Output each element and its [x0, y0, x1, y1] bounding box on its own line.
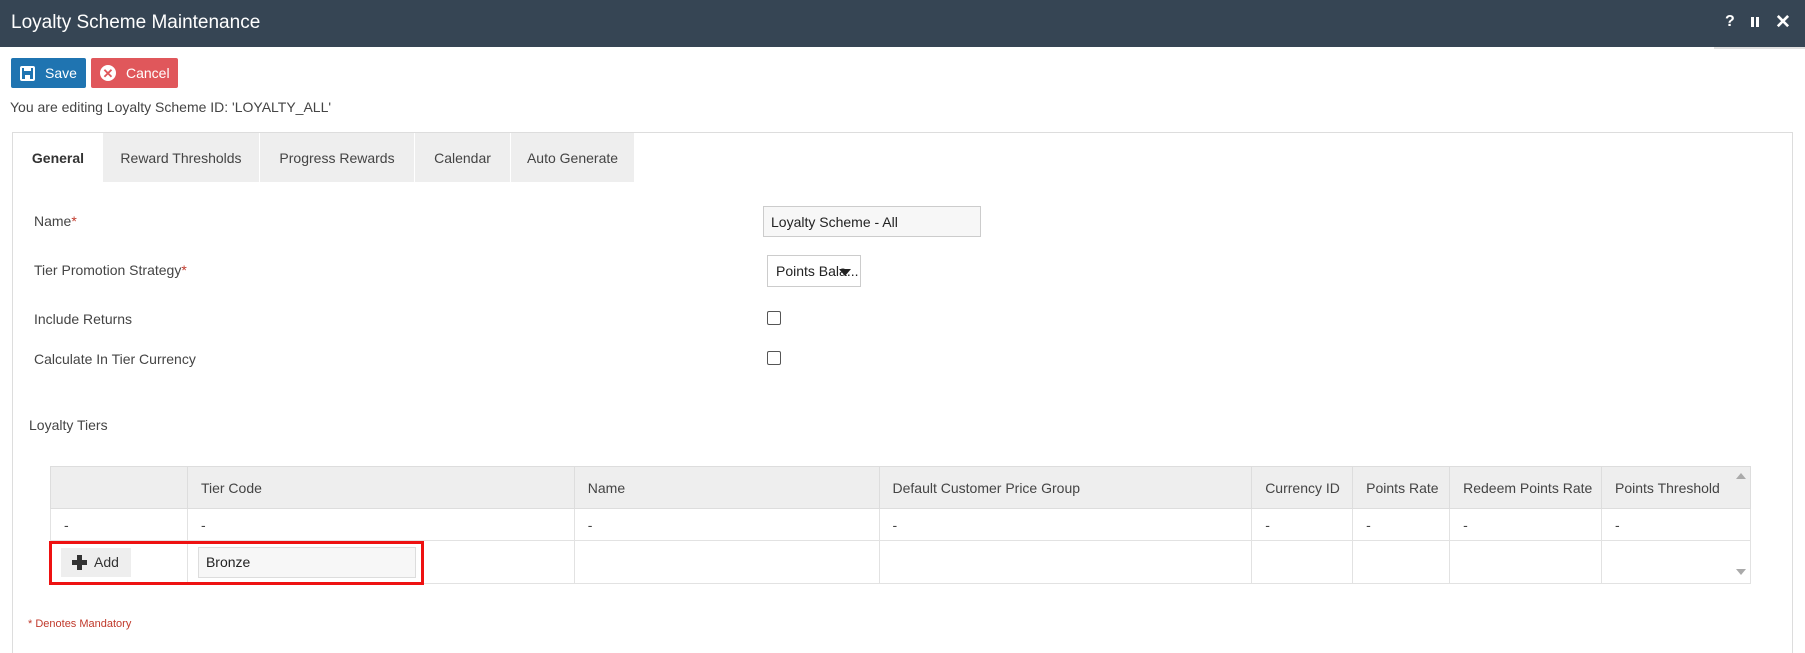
editing-status-text: You are editing Loyalty Scheme ID: 'LOYA… [10, 99, 332, 115]
column-header-price-group[interactable]: Default Customer Price Group [878, 466, 1253, 509]
column-header-tier-code[interactable]: Tier Code [186, 466, 575, 509]
scroll-down-arrow-icon[interactable] [1736, 569, 1746, 575]
column-header-points-threshold[interactable]: Points Threshold [1601, 466, 1751, 509]
tab-auto-generate[interactable]: Auto Generate [511, 133, 635, 182]
table-cell: - [878, 508, 1253, 541]
tab-general[interactable]: General [14, 133, 103, 182]
table-cell: - [50, 508, 188, 541]
add-tier-button-label: Add [94, 554, 119, 570]
floppy-disk-icon [20, 65, 35, 81]
pause-icon[interactable] [1749, 15, 1761, 29]
tab-progress-rewards[interactable]: Progress Rewards [260, 133, 415, 182]
name-label-text: Name [34, 213, 72, 229]
calc-currency-checkbox[interactable] [767, 351, 781, 365]
table-row[interactable]: - - - - - - - - [50, 508, 1751, 541]
tier-strategy-label-text: Tier Promotion Strategy [34, 262, 182, 278]
tier-strategy-label: Tier Promotion Strategy* [34, 262, 187, 278]
loyalty-tiers-heading: Loyalty Tiers [29, 417, 108, 433]
tab-calendar[interactable]: Calendar [415, 133, 511, 182]
table-cell: - [1449, 508, 1603, 541]
table-cell: - [1251, 508, 1354, 541]
tier-strategy-select[interactable]: Points Bala... [767, 255, 861, 287]
column-header-points-rate[interactable]: Points Rate [1352, 466, 1451, 509]
table-cell: - [1352, 508, 1451, 541]
tab-bar: General Reward Thresholds Progress Rewar… [14, 133, 635, 182]
table-header-row: Tier Code Name Default Customer Price Gr… [50, 466, 1751, 509]
new-points-rate-cell[interactable] [1352, 540, 1451, 584]
column-header-name[interactable]: Name [573, 466, 880, 509]
table-cell: - [573, 508, 880, 541]
help-icon[interactable]: ? [1725, 13, 1735, 31]
table-cell: - [1601, 508, 1751, 541]
new-price-group-cell[interactable] [878, 540, 1253, 584]
new-name-cell[interactable] [573, 540, 880, 584]
add-cell: Add [50, 540, 188, 584]
window-title: Loyalty Scheme Maintenance [11, 12, 261, 33]
tier-code-input[interactable] [197, 546, 416, 578]
add-tier-button[interactable]: Add [61, 547, 131, 577]
column-header-currency-id[interactable]: Currency ID [1251, 466, 1354, 509]
cancel-circle-icon: ✕ [100, 65, 116, 81]
close-icon[interactable]: ✕ [1775, 11, 1791, 34]
new-redeem-points-rate-cell[interactable] [1449, 540, 1603, 584]
name-label: Name* [34, 213, 77, 229]
new-points-threshold-cell[interactable] [1601, 540, 1751, 584]
required-marker: * [71, 213, 77, 229]
tab-reward-thresholds[interactable]: Reward Thresholds [103, 133, 260, 182]
cancel-button-label: Cancel [126, 65, 170, 81]
include-returns-label: Include Returns [34, 311, 133, 327]
scroll-up-arrow-icon[interactable] [1736, 473, 1746, 479]
chevron-down-icon [839, 269, 851, 276]
tier-code-cell [186, 540, 575, 584]
titlebar-divider [1714, 47, 1805, 49]
title-bar: Loyalty Scheme Maintenance ? ✕ [0, 0, 1805, 47]
save-button[interactable]: Save [11, 58, 86, 88]
new-currency-id-cell[interactable] [1251, 540, 1354, 584]
include-returns-checkbox[interactable] [767, 311, 781, 325]
required-marker: * [181, 262, 187, 278]
plus-icon [72, 554, 87, 570]
name-field[interactable] [763, 206, 981, 237]
calc-currency-label: Calculate In Tier Currency [34, 351, 196, 367]
column-header-actions [50, 466, 188, 509]
new-tier-row: Add [50, 540, 1751, 584]
table-cell: - [186, 508, 575, 541]
column-header-redeem-points-rate[interactable]: Redeem Points Rate [1449, 466, 1603, 509]
save-button-label: Save [45, 65, 77, 81]
loyalty-tiers-table: Tier Code Name Default Customer Price Gr… [50, 466, 1751, 584]
cancel-button[interactable]: ✕ Cancel [91, 58, 178, 88]
mandatory-note: * Denotes Mandatory [28, 618, 132, 630]
